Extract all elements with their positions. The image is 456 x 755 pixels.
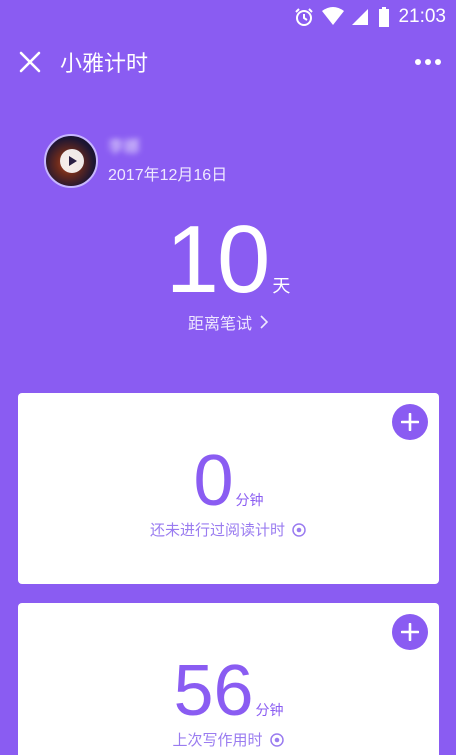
writing-card[interactable]: 56 分钟 上次写作用时 <box>18 603 439 755</box>
signal-icon <box>350 7 370 27</box>
countdown: 10 天 距离笔试 <box>0 212 456 334</box>
profile[interactable]: 李娜 2017年12月16日 <box>44 134 227 188</box>
close-button[interactable] <box>0 34 60 90</box>
status-time: 21:03 <box>398 6 446 27</box>
more-dots-icon <box>415 59 441 65</box>
eye-icon[interactable] <box>291 522 307 537</box>
status-bar: 21:03 <box>0 0 456 34</box>
reading-caption: 还未进行过阅读计时 <box>149 521 285 539</box>
reading-unit: 分钟 <box>235 493 264 509</box>
battery-icon <box>378 7 390 27</box>
app-bar: 小雅计时 <box>0 34 456 90</box>
countdown-link[interactable]: 距离笔试 <box>188 310 268 334</box>
add-reading-button[interactable] <box>392 404 428 440</box>
avatar[interactable] <box>44 134 98 188</box>
reading-value: 0 <box>193 441 234 521</box>
reading-caption-row: 还未进行过阅读计时 <box>18 519 439 540</box>
countdown-label: 距离笔试 <box>187 314 252 333</box>
close-icon <box>19 51 41 73</box>
chevron-right-icon <box>260 315 268 329</box>
more-button[interactable] <box>412 48 444 76</box>
reading-value-row: 0 分钟 <box>18 445 439 517</box>
wifi-icon <box>322 7 345 27</box>
writing-value: 56 <box>173 651 254 731</box>
writing-value-row: 56 分钟 <box>18 655 439 727</box>
plus-icon <box>401 623 419 641</box>
page-title: 小雅计时 <box>60 52 149 77</box>
writing-caption: 上次写作用时 <box>172 731 263 749</box>
profile-name: 李娜 <box>108 137 141 156</box>
add-writing-button[interactable] <box>392 614 428 650</box>
alarm-icon <box>294 7 314 27</box>
eye-icon[interactable] <box>269 732 285 747</box>
writing-caption-row: 上次写作用时 <box>18 729 439 750</box>
profile-date: 2017年12月16日 <box>108 167 228 184</box>
reading-card[interactable]: 0 分钟 还未进行过阅读计时 <box>18 393 439 584</box>
countdown-unit: 天 <box>272 276 291 297</box>
countdown-value: 10 <box>165 206 271 313</box>
writing-unit: 分钟 <box>255 703 284 719</box>
plus-icon <box>401 413 419 431</box>
play-icon <box>60 149 84 173</box>
